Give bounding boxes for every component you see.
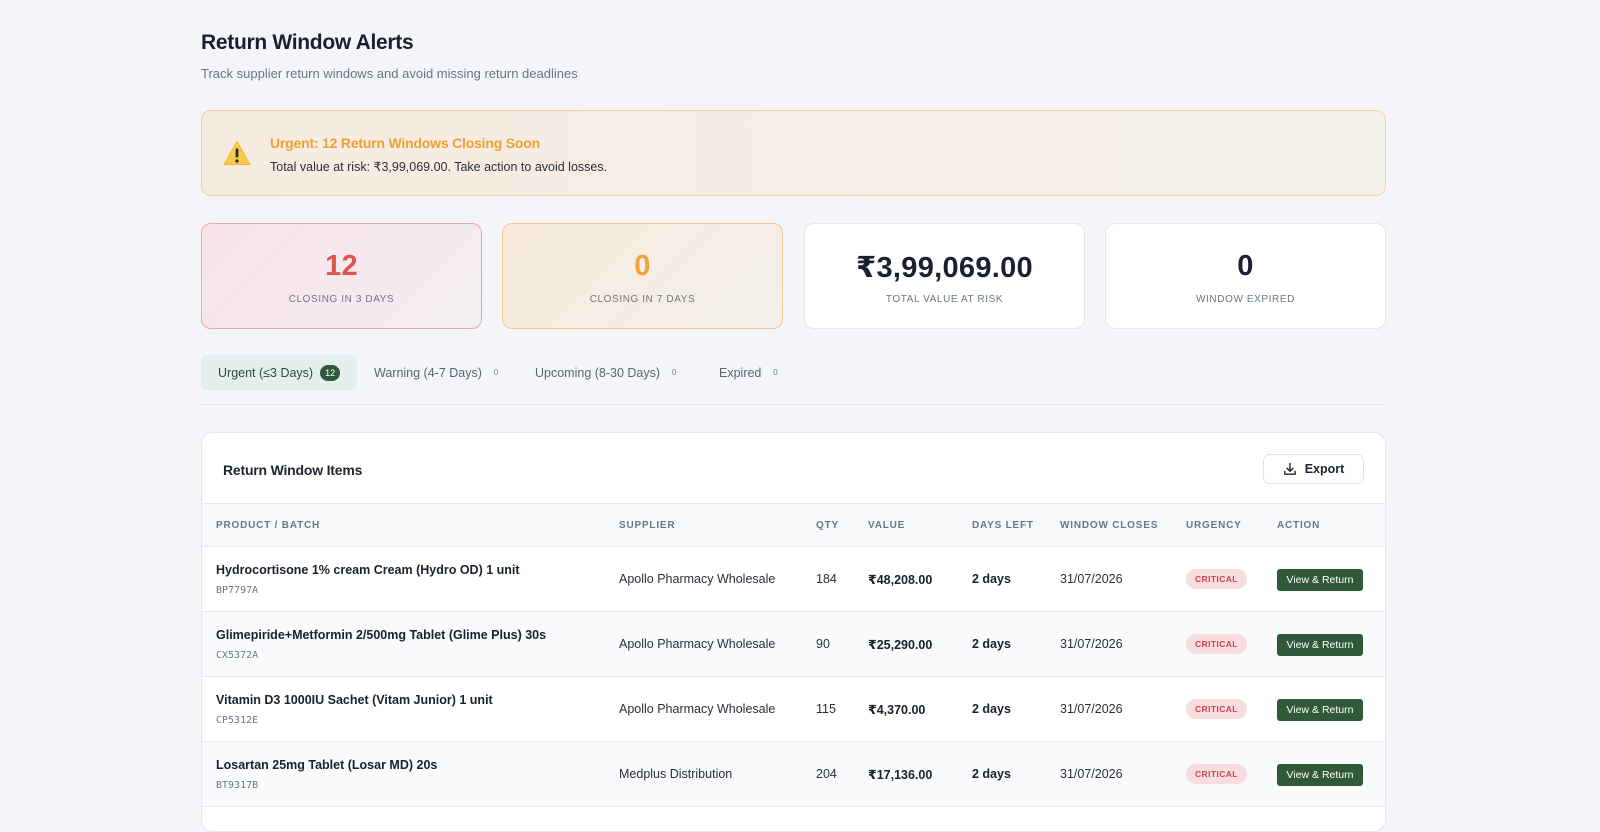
stat-value: 0 xyxy=(634,250,651,282)
tab-count-badge: 12 xyxy=(320,364,341,381)
batch-number: BP7797A xyxy=(216,585,259,596)
window-closes-date: 31/07/2026 xyxy=(1060,572,1123,586)
stat-closing-3-days: 12 CLOSING IN 3 DAYS xyxy=(201,223,482,329)
column-header-value: VALUE xyxy=(868,520,906,531)
window-closes-date: 31/07/2026 xyxy=(1060,702,1123,716)
table-row: Losartan 25mg Tablet (Losar MD) 20s BT93… xyxy=(202,742,1385,807)
days-left: 2 days xyxy=(972,572,1011,586)
days-left: 2 days xyxy=(972,767,1011,781)
view-and-return-button[interactable]: View & Return xyxy=(1277,764,1363,786)
value: ₹4,370.00 xyxy=(868,703,926,717)
batch-number: BT9317B xyxy=(216,780,259,791)
urgency-badge: CRITICAL xyxy=(1186,764,1247,784)
stat-total-value-at-risk: ₹3,99,069.00 TOTAL VALUE AT RISK xyxy=(804,223,1085,329)
column-header-window-closes: WINDOW CLOSES xyxy=(1060,520,1159,531)
stat-window-expired: 0 WINDOW EXPIRED xyxy=(1105,223,1386,329)
table-row: Vitamin D3 1000IU Sachet (Vitam Junior) … xyxy=(202,677,1385,742)
view-and-return-button[interactable]: View & Return xyxy=(1277,699,1363,721)
column-header-supplier: SUPPLIER xyxy=(619,520,676,531)
quantity: 90 xyxy=(816,637,830,651)
return-window-items-card: Return Window Items Export PRODUCT / BAT… xyxy=(201,432,1386,832)
tab-label: Upcoming (8-30 Days) xyxy=(535,365,661,380)
supplier-name: Apollo Pharmacy Wholesale xyxy=(619,637,776,651)
stat-value: ₹3,99,069.00 xyxy=(856,252,1033,284)
urgency-tabs: Urgent (≤3 Days) 12 Warning (4-7 Days) 0… xyxy=(201,355,1386,405)
card-title: Return Window Items xyxy=(223,462,363,478)
tab-label: Warning (4-7 Days) xyxy=(374,365,482,380)
window-closes-date: 31/07/2026 xyxy=(1060,637,1123,651)
tab-count-badge: 0 xyxy=(488,365,503,380)
tab-label: Urgent (≤3 Days) xyxy=(218,365,314,380)
tab-expired[interactable]: Expired 0 xyxy=(702,355,799,390)
stats-row: 12 CLOSING IN 3 DAYS 0 CLOSING IN 7 DAYS… xyxy=(201,223,1386,329)
value: ₹48,208.00 xyxy=(868,573,933,587)
tab-warning[interactable]: Warning (4-7 Days) 0 xyxy=(357,355,520,390)
column-header-qty: QTY xyxy=(816,520,839,531)
supplier-name: Apollo Pharmacy Wholesale xyxy=(619,572,776,586)
column-header-days-left: DAYS LEFT xyxy=(972,520,1034,531)
table-header: PRODUCT / BATCH SUPPLIER QTY VALUE DAYS … xyxy=(202,503,1385,547)
quantity: 184 xyxy=(816,572,837,586)
stat-closing-7-days: 0 CLOSING IN 7 DAYS xyxy=(502,223,783,329)
export-label: Export xyxy=(1304,462,1345,476)
download-icon xyxy=(1283,462,1296,475)
stat-value: 0 xyxy=(1237,250,1254,282)
stat-label: CLOSING IN 7 DAYS xyxy=(589,294,696,305)
product-name: Hydrocortisone 1% cream Cream (Hydro OD)… xyxy=(216,563,520,577)
tab-urgent[interactable]: Urgent (≤3 Days) 12 xyxy=(201,355,358,390)
stat-label: CLOSING IN 3 DAYS xyxy=(288,294,395,305)
value: ₹25,290.00 xyxy=(868,638,933,652)
page-title: Return Window Alerts xyxy=(201,31,414,54)
table-row: Hydrocortisone 1% cream Cream (Hydro OD)… xyxy=(202,547,1385,612)
stat-value: 12 xyxy=(325,250,358,282)
product-name: Vitamin D3 1000IU Sachet (Vitam Junior) … xyxy=(216,693,493,707)
table-row: Glimepiride+Metformin 2/500mg Tablet (Gl… xyxy=(202,612,1385,677)
batch-number: CX5372A xyxy=(216,650,259,661)
quantity: 204 xyxy=(816,767,837,781)
urgency-badge: CRITICAL xyxy=(1186,699,1247,719)
alert-text: Total value at risk: ₹3,99,069.00. Take … xyxy=(270,160,608,174)
urgency-badge: CRITICAL xyxy=(1186,569,1247,589)
stat-label: TOTAL VALUE AT RISK xyxy=(885,294,1004,305)
urgent-alert-banner: Urgent: 12 Return Windows Closing Soon T… xyxy=(201,110,1386,196)
supplier-name: Apollo Pharmacy Wholesale xyxy=(619,702,776,716)
view-and-return-button[interactable]: View & Return xyxy=(1277,569,1363,591)
value: ₹17,136.00 xyxy=(868,768,933,782)
stat-label: WINDOW EXPIRED xyxy=(1196,294,1295,305)
tab-label: Expired xyxy=(719,365,762,380)
supplier-name: Medplus Distribution xyxy=(619,767,733,781)
days-left: 2 days xyxy=(972,702,1011,716)
warning-icon xyxy=(223,141,251,165)
view-and-return-button[interactable]: View & Return xyxy=(1277,634,1363,656)
tab-count-badge: 0 xyxy=(667,365,682,380)
export-button[interactable]: Export xyxy=(1263,454,1364,484)
page-subtitle: Track supplier return windows and avoid … xyxy=(201,66,578,81)
batch-number: CP5312E xyxy=(216,715,259,726)
alert-title: Urgent: 12 Return Windows Closing Soon xyxy=(270,135,540,151)
urgency-badge: CRITICAL xyxy=(1186,634,1247,654)
column-header-urgency: URGENCY xyxy=(1186,520,1242,531)
column-header-action: ACTION xyxy=(1277,520,1321,531)
tab-upcoming[interactable]: Upcoming (8-30 Days) 0 xyxy=(518,355,698,390)
window-closes-date: 31/07/2026 xyxy=(1060,767,1123,781)
column-header-product: PRODUCT / BATCH xyxy=(216,520,321,531)
product-name: Glimepiride+Metformin 2/500mg Tablet (Gl… xyxy=(216,628,547,642)
days-left: 2 days xyxy=(972,637,1011,651)
tab-count-badge: 0 xyxy=(768,365,783,380)
product-name: Losartan 25mg Tablet (Losar MD) 20s xyxy=(216,758,438,772)
quantity: 115 xyxy=(816,702,836,716)
